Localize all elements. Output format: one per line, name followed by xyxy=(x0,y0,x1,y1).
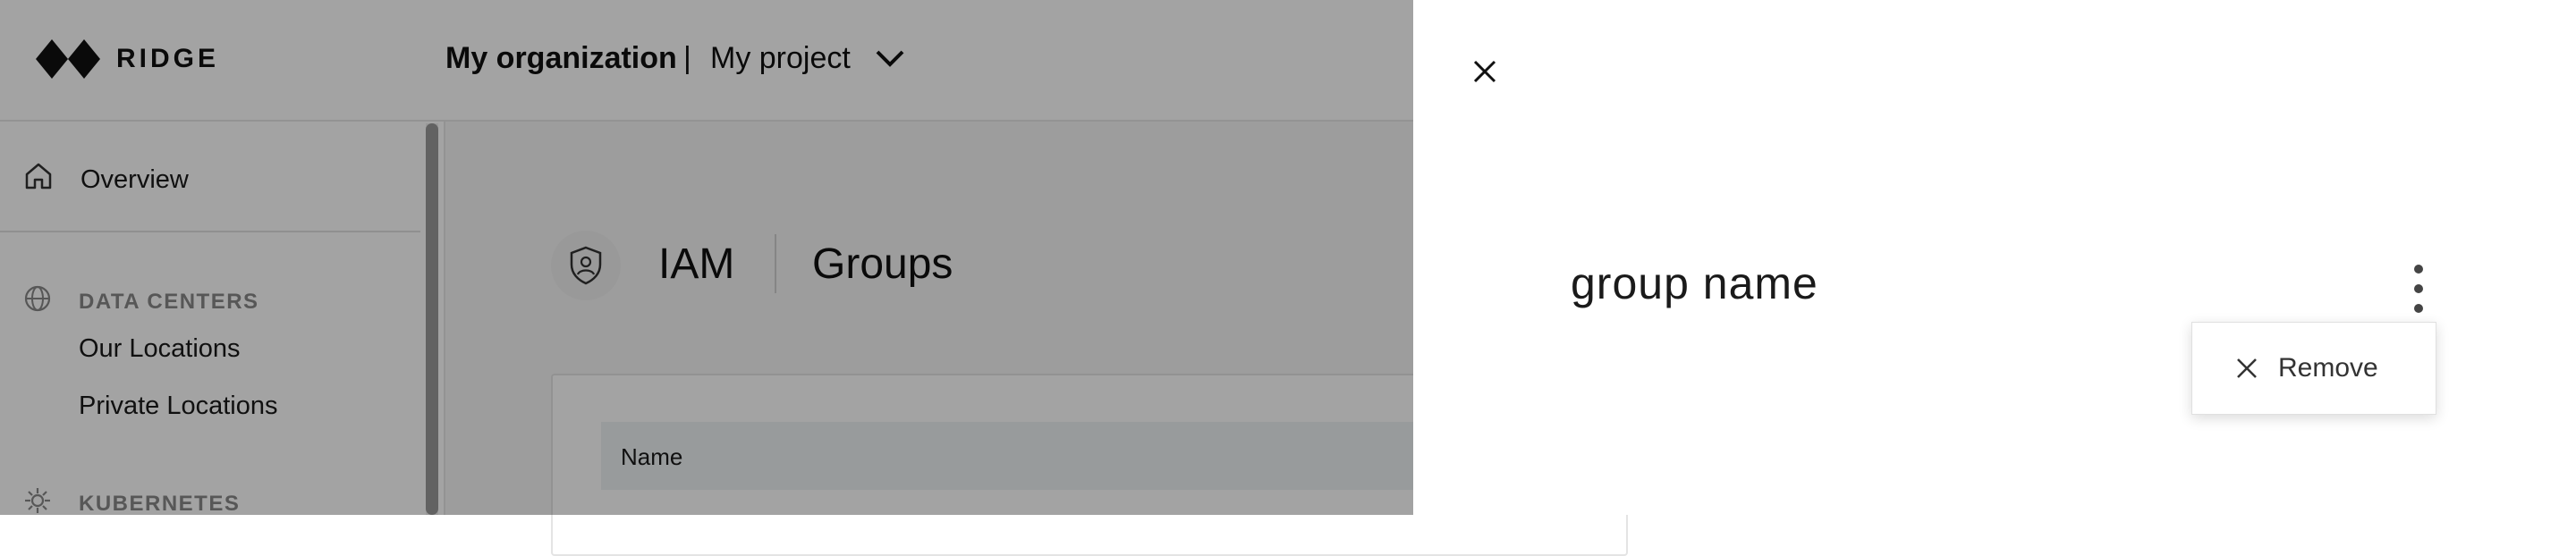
close-icon xyxy=(2235,357,2258,380)
close-icon xyxy=(1473,60,1496,83)
remove-label: Remove xyxy=(2278,353,2378,383)
kebab-icon[interactable] xyxy=(2408,265,2429,313)
modal-backdrop[interactable] xyxy=(0,0,1413,515)
group-actions-menu: Remove xyxy=(2191,322,2436,415)
app: RIDGE My organization | My project Overv… xyxy=(0,0,2576,556)
remove-menu-item[interactable]: Remove xyxy=(2192,323,2436,414)
drawer-title: group name xyxy=(1571,258,1818,308)
close-drawer-button[interactable] xyxy=(1469,55,1501,88)
